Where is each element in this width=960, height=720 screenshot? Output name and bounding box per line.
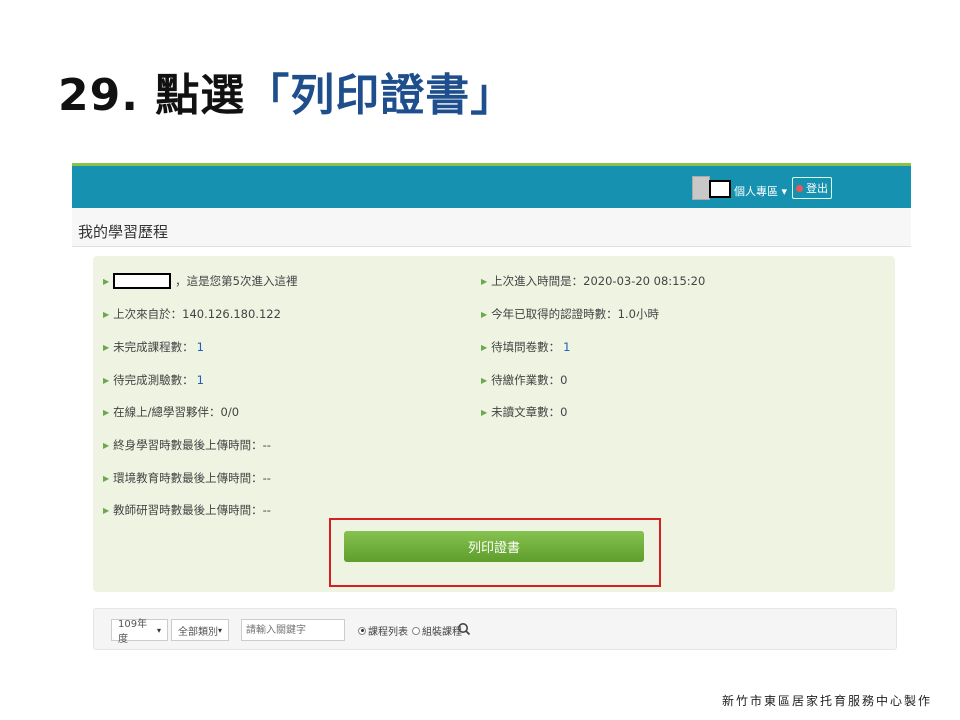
pending-tests-row: ▶ 待完成測驗數： 1 <box>103 372 204 388</box>
learning-info-panel: ▶ ，這是您第5次進入這裡 ▶ 上次進入時間是：2020-03-20 08:15… <box>93 256 895 592</box>
pending-homework-text: 待繳作業數：0 <box>491 373 568 387</box>
avatar[interactable] <box>692 176 710 200</box>
hours-row: ▶ 今年已取得的認證時數：1.0小時 <box>481 306 659 322</box>
env-upload-text: 環境教育時數最後上傳時間：-- <box>113 471 271 485</box>
redacted-username <box>709 180 731 198</box>
hours-text: 今年已取得的認證時數：1.0小時 <box>491 307 659 321</box>
bullet-arrow-icon: ▶ <box>481 375 488 385</box>
unread-articles-row: ▶ 未讀文章數：0 <box>481 404 567 420</box>
bullet-arrow-icon: ▶ <box>103 505 110 515</box>
unread-articles-text: 未讀文章數：0 <box>491 405 568 419</box>
teacher-upload-row: ▶ 教師研習時數最後上傳時間：-- <box>103 502 271 518</box>
slide-title-prefix: 29. 點選 <box>58 70 246 121</box>
redacted-name <box>113 273 172 289</box>
teacher-upload-text: 教師研習時數最後上傳時間：-- <box>113 503 271 517</box>
year-select[interactable]: 109年度 ▾ <box>111 619 168 645</box>
bullet-arrow-icon: ▶ <box>103 276 110 286</box>
pending-homework-row: ▶ 待繳作業數：0 <box>481 372 567 388</box>
course-list-radio[interactable] <box>358 626 366 635</box>
caret-down-icon: ▾ <box>156 625 161 635</box>
pending-tests-link[interactable]: 1 <box>197 373 204 387</box>
footer-credit: 新竹市東區居家托育服務中心製作 <box>721 694 932 708</box>
course-filter-bar: 109年度 ▾ 全部類別 ▾ 課程列表 組裝課程 <box>93 608 897 650</box>
lifelong-upload-text: 終身學習時數最後上傳時間：-- <box>113 438 271 452</box>
group-course-radio-label: 組裝課程 <box>422 627 462 638</box>
unfinished-courses-link[interactable]: 1 <box>197 340 204 354</box>
online-peers-text: 在線上/總學習夥伴：0/0 <box>113 405 240 419</box>
unfinished-courses-label: 未完成課程數： <box>113 340 194 354</box>
course-list-radio-label: 課程列表 <box>368 627 408 638</box>
category-select[interactable]: 全部類別 ▾ <box>171 619 229 641</box>
year-select-value: 109年度 <box>118 619 148 645</box>
app-screenshot: 個人專區 ▾ 登出 我的學習歷程 ▶ ，這是您第5次進入這裡 ▶ 上次進入時間是… <box>72 163 911 655</box>
pending-tests-label: 待完成測驗數： <box>113 373 194 387</box>
unfinished-courses-row: ▶ 未完成課程數： 1 <box>103 339 204 355</box>
last-login-row: ▶ 上次進入時間是：2020-03-20 08:15:20 <box>481 273 705 289</box>
bullet-arrow-icon: ▶ <box>103 375 110 385</box>
bullet-arrow-icon: ▶ <box>103 473 110 483</box>
bullet-arrow-icon: ▶ <box>481 407 488 417</box>
profile-menu-label: 個人專區 <box>734 185 778 198</box>
bullet-arrow-icon: ▶ <box>481 342 488 352</box>
red-highlight-box <box>329 518 661 587</box>
bullet-arrow-icon: ▶ <box>103 309 110 319</box>
caret-down-icon: ▾ <box>217 625 222 635</box>
bullet-arrow-icon: ▶ <box>103 440 110 450</box>
pending-surveys-link[interactable]: 1 <box>563 340 570 354</box>
group-course-radio[interactable] <box>412 626 420 635</box>
pending-surveys-label: 待填問卷數： <box>491 340 561 354</box>
lifelong-upload-row: ▶ 終身學習時數最後上傳時間：-- <box>103 437 271 453</box>
welcome-row: ▶ ，這是您第5次進入這裡 <box>103 273 297 289</box>
pending-surveys-row: ▶ 待填問卷數： 1 <box>481 339 570 355</box>
bullet-arrow-icon: ▶ <box>103 407 110 417</box>
profile-menu[interactable]: 個人專區 ▾ <box>734 183 787 199</box>
search-icon[interactable] <box>457 622 471 636</box>
category-select-value: 全部類別 <box>178 626 218 638</box>
logout-label: 登出 <box>806 182 828 195</box>
caret-down-icon: ▾ <box>781 185 788 198</box>
bullet-arrow-icon: ▶ <box>103 342 110 352</box>
keyword-input[interactable] <box>241 619 345 641</box>
page-header: 我的學習歷程 <box>72 208 911 247</box>
bullet-arrow-icon: ▶ <box>481 309 488 319</box>
view-mode-radio-group: 課程列表 組裝課程 <box>358 623 462 638</box>
logout-button[interactable]: 登出 <box>792 177 832 199</box>
bullet-arrow-icon: ▶ <box>481 276 488 286</box>
top-navbar: 個人專區 ▾ 登出 <box>72 163 911 208</box>
last-ip-row: ▶ 上次來自於：140.126.180.122 <box>103 306 281 322</box>
slide-title: 29. 點選 「列印證書」 <box>58 56 515 126</box>
online-peers-row: ▶ 在線上/總學習夥伴：0/0 <box>103 404 239 420</box>
page-title: 我的學習歷程 <box>78 223 169 241</box>
last-ip-text: 上次來自於：140.126.180.122 <box>113 307 281 321</box>
last-login-text: 上次進入時間是：2020-03-20 08:15:20 <box>491 274 706 288</box>
env-upload-row: ▶ 環境教育時數最後上傳時間：-- <box>103 470 271 486</box>
slide-title-highlight: 「列印證書」 <box>245 70 516 121</box>
welcome-text: ，這是您第5次進入這裡 <box>175 274 298 288</box>
logout-icon <box>796 184 803 192</box>
